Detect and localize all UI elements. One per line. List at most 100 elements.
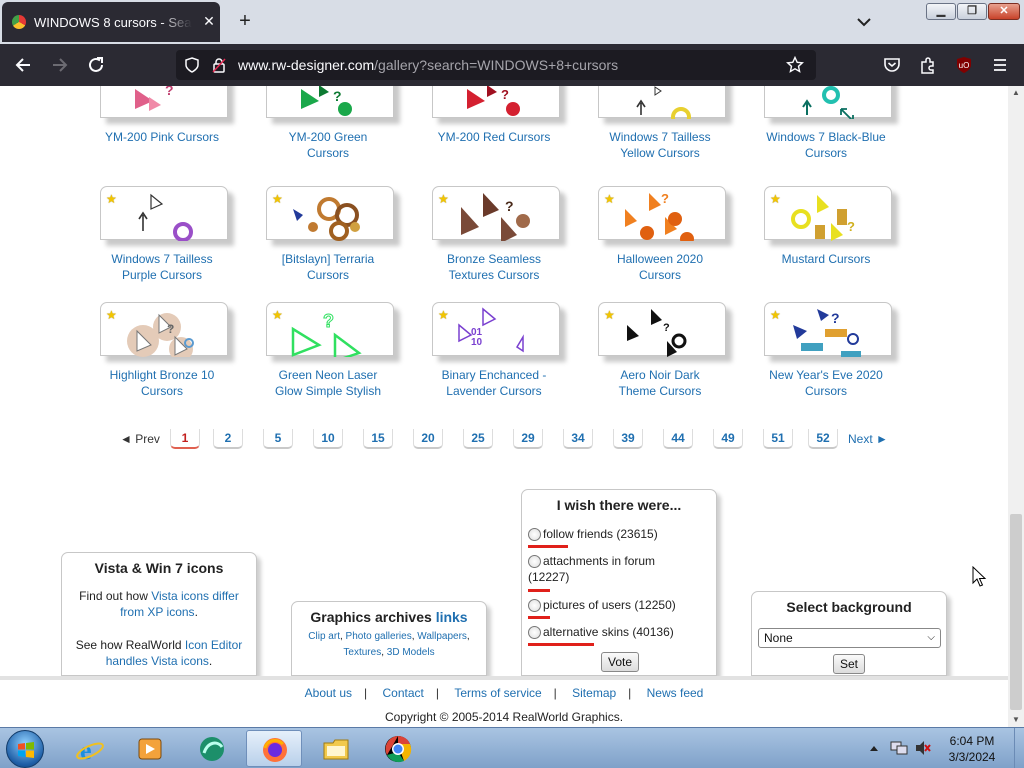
cursor-preview[interactable]: ★ ? — [432, 186, 560, 241]
cursor-preview[interactable]: ★ ? — [266, 302, 394, 357]
network-icon[interactable] — [890, 740, 908, 756]
address-bar[interactable]: www.rw-designer.com/gallery?search=WINDO… — [176, 50, 816, 80]
poll-option-follow-friends[interactable]: follow friends (23615) — [528, 526, 658, 542]
cursor-preview[interactable]: ? — [432, 86, 560, 118]
poll-option-pictures[interactable]: pictures of users (12250) — [528, 597, 676, 613]
radio-button[interactable] — [528, 555, 541, 569]
vote-button[interactable]: Vote — [601, 652, 639, 672]
show-hidden-icons-icon[interactable] — [868, 742, 880, 754]
forward-arrow-icon[interactable] — [49, 54, 71, 76]
cursor-preview[interactable]: ★ ? — [598, 186, 726, 241]
page-link-29[interactable]: 29 — [513, 429, 543, 449]
cursor-preview[interactable]: ? — [266, 86, 394, 118]
tracking-shield-icon[interactable] — [184, 57, 200, 73]
card-title-link[interactable]: Highlight Bronze 10 Cursors — [92, 367, 232, 399]
window-minimize-button[interactable]: ▁ — [926, 3, 956, 20]
page-link-34[interactable]: 34 — [563, 429, 593, 449]
page-link-25[interactable]: 25 — [463, 429, 493, 449]
card-title-link[interactable]: YM-200 Green Cursors — [258, 129, 398, 161]
card-title-link[interactable]: Bronze Seamless Textures Cursors — [424, 251, 564, 283]
page-link-52[interactable]: 52 — [808, 429, 838, 449]
page-link-49[interactable]: 49 — [713, 429, 743, 449]
card-title-link[interactable]: Aero Noir Dark Theme Cursors — [590, 367, 730, 399]
tab-close-icon[interactable]: ✕ — [200, 12, 218, 30]
cursor-preview[interactable]: ★ — [266, 186, 394, 241]
set-background-button[interactable]: Set — [833, 654, 865, 674]
textures-link[interactable]: Textures — [343, 647, 381, 658]
reload-icon[interactable] — [85, 54, 107, 76]
scroll-down-icon[interactable]: ▼ — [1008, 713, 1024, 727]
volume-muted-icon[interactable] — [914, 740, 932, 756]
prev-page-link[interactable]: ◄ Prev — [120, 432, 160, 446]
cursor-preview[interactable]: ★ ? — [100, 302, 228, 357]
pocket-icon[interactable] — [882, 55, 902, 75]
card-title-link[interactable]: Binary Enchanced - Lavender Cursors — [424, 367, 564, 399]
back-arrow-icon[interactable] — [12, 54, 34, 76]
page-link-1[interactable]: 1 — [170, 429, 200, 449]
taskbar-file-explorer[interactable] — [308, 730, 364, 767]
taskbar-app[interactable] — [184, 730, 240, 767]
card-title-link[interactable]: YM-200 Red Cursors — [424, 129, 564, 145]
cursor-preview[interactable] — [764, 86, 892, 119]
start-button[interactable] — [6, 730, 44, 768]
taskbar-clock[interactable]: 6:04 PM 3/3/2024 — [936, 733, 1008, 765]
cursor-preview[interactable]: ★ 01 10 — [432, 302, 560, 356]
show-desktop-button[interactable] — [1014, 728, 1024, 768]
sitemap-link[interactable]: Sitemap — [572, 686, 616, 700]
background-select[interactable]: None ⌵ — [758, 628, 941, 648]
list-tabs-icon[interactable] — [854, 12, 874, 32]
wallpapers-link[interactable]: Wallpapers — [417, 631, 467, 642]
archives-links-link[interactable]: links — [436, 609, 468, 625]
page-link-15[interactable]: 15 — [363, 429, 393, 449]
cursor-preview[interactable]: ★ ? — [764, 302, 892, 357]
terms-link[interactable]: Terms of service — [454, 686, 541, 700]
page-link-51[interactable]: 51 — [763, 429, 793, 449]
photo-galleries-link[interactable]: Photo galleries — [346, 631, 412, 642]
taskbar-firefox[interactable] — [246, 730, 302, 767]
page-link-5[interactable]: 5 — [263, 429, 293, 449]
cursor-preview[interactable]: ★ ? — [598, 302, 726, 357]
poll-option-skins[interactable]: alternative skins (40136) — [528, 624, 674, 640]
poll-option-attachments[interactable]: attachments in forum (12227) — [528, 553, 655, 585]
card-title-link[interactable]: Windows 7 Black-Blue Cursors — [756, 129, 896, 161]
cursor-preview[interactable]: ★ ? — [764, 186, 892, 241]
card-title-link[interactable]: YM-200 Pink Cursors — [92, 129, 232, 145]
card-title-link[interactable]: Windows 7 Tailless Yellow Cursors — [590, 129, 730, 161]
page-link-20[interactable]: 20 — [413, 429, 443, 449]
cursor-preview[interactable] — [598, 86, 726, 119]
page-link-10[interactable]: 10 — [313, 429, 343, 449]
radio-button[interactable] — [528, 599, 541, 613]
3d-models-link[interactable]: 3D Models — [387, 647, 435, 658]
scroll-up-icon[interactable]: ▲ — [1008, 86, 1024, 100]
page-link-2[interactable]: 2 — [213, 429, 243, 449]
ublock-origin-icon[interactable]: uO — [954, 55, 974, 75]
window-close-button[interactable]: ✕ — [988, 3, 1020, 20]
extensions-puzzle-icon[interactable] — [918, 55, 938, 75]
next-page-link[interactable]: Next ► — [848, 432, 888, 446]
taskbar-internet-explorer[interactable]: e — [62, 730, 118, 767]
about-us-link[interactable]: About us — [305, 686, 352, 700]
hamburger-menu-icon[interactable] — [990, 55, 1010, 75]
page-scrollbar[interactable]: ▲ ▼ — [1008, 86, 1024, 727]
taskbar-media-player[interactable] — [122, 730, 178, 767]
window-restore-button[interactable]: ❐ — [957, 3, 987, 20]
browser-tab[interactable]: WINDOWS 8 cursors - Search RealWorld ✕ — [2, 2, 220, 42]
contact-link[interactable]: Contact — [382, 686, 423, 700]
card-title-link[interactable]: Halloween 2020 Cursors — [590, 251, 730, 283]
cursor-preview[interactable]: ★ — [100, 186, 228, 241]
card-title-link[interactable]: [Bitslayn] Terraria Cursors — [258, 251, 398, 283]
card-title-link[interactable]: Mustard Cursors — [756, 251, 896, 267]
cursor-preview[interactable]: ? — [100, 86, 228, 118]
page-link-44[interactable]: 44 — [663, 429, 693, 449]
scrollbar-thumb[interactable] — [1010, 514, 1022, 710]
card-title-link[interactable]: Windows 7 Tailless Purple Cursors — [92, 251, 232, 283]
news-feed-link[interactable]: News feed — [647, 686, 704, 700]
bookmark-star-icon[interactable] — [786, 56, 804, 74]
radio-button[interactable] — [528, 626, 541, 640]
radio-button[interactable] — [528, 528, 541, 542]
clip-art-link[interactable]: Clip art — [308, 631, 340, 642]
new-tab-button[interactable]: + — [234, 10, 256, 32]
page-link-39[interactable]: 39 — [613, 429, 643, 449]
taskbar-chrome[interactable] — [370, 730, 426, 767]
card-title-link[interactable]: Green Neon Laser Glow Simple Stylish — [258, 367, 398, 399]
